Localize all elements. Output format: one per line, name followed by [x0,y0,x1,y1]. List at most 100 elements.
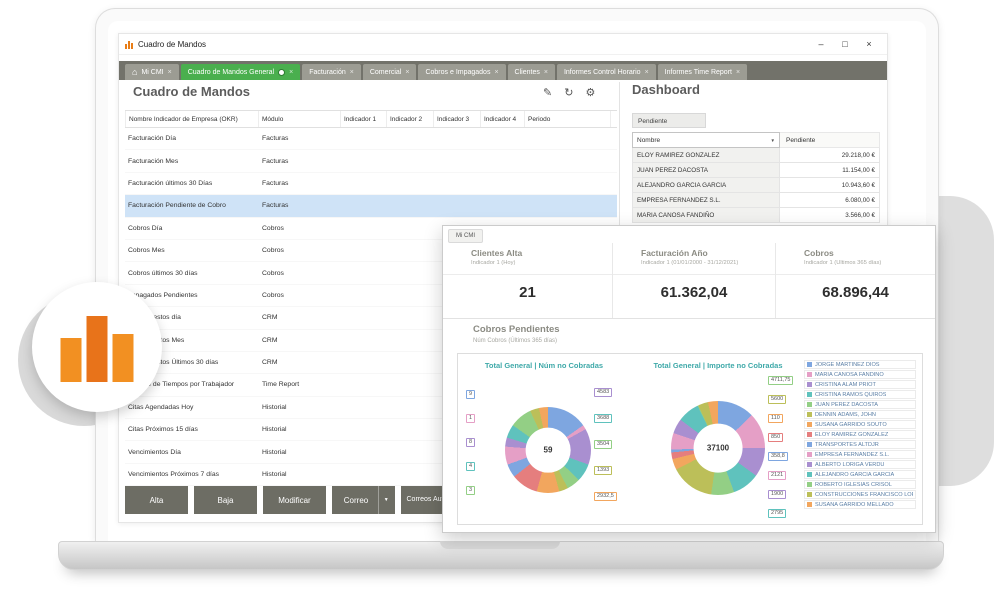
tab-close-icon[interactable]: × [168,69,172,76]
legend-swatch [807,362,812,367]
dropdown-arrow-icon[interactable]: ▼ [378,486,393,514]
legend-item[interactable]: JORGE MARTINEZ DIOS [804,360,916,369]
tab-mi-cmi[interactable]: ⌂Mi CMI× [125,64,179,80]
edit-chart-icon[interactable]: ✎ [543,86,552,99]
table-row[interactable]: Facturación MesFacturas [125,150,617,172]
tab-label: Clientes [515,69,540,76]
chart-callout: 850 [768,433,783,442]
close-button[interactable]: × [857,34,881,54]
chart-callout: 1900 [768,490,786,499]
tab-close-icon[interactable]: × [736,69,740,76]
value-column-header: Pendiente [780,132,880,148]
legend-item[interactable]: CRISTINA RAMOS QUIROS [804,390,916,399]
cell-module: Historial [259,419,341,440]
legend-item[interactable]: MARIA CANOSA FANDIÑO [804,370,916,379]
column-header: Periodo [525,111,611,127]
chart-callout: 9 [466,390,475,399]
tab-cuadro-de-mandos-general[interactable]: Cuadro de Mandos General× [181,64,300,80]
dashboard-row[interactable]: ALEJANDRO GARCIA GARCIA10.943,60 € [632,178,880,193]
debtor-amount: 3.566,00 € [780,208,880,223]
chart-callout: 3688 [594,414,612,423]
cell-module: Facturas [259,150,341,171]
button-alta[interactable]: Alta [125,486,188,514]
tab-close-icon[interactable]: × [494,69,498,76]
cell-empty [481,150,525,171]
tab-close-icon[interactable]: × [350,69,354,76]
cell-empty [341,262,387,283]
tab-comercial[interactable]: Comercial× [363,64,417,80]
maximize-button[interactable]: □ [833,34,857,54]
mi-cmi-tab[interactable]: Mi CMI [448,229,483,243]
dashboard-row[interactable]: JUAN PEREZ DACOSTA11.154,00 € [632,163,880,178]
cell-module: Cobros [259,240,341,261]
table-row[interactable]: Facturación últimos 30 DíasFacturas [125,173,617,195]
tab-close-icon[interactable]: × [544,69,548,76]
settings-icon[interactable]: ⚙ [585,86,595,99]
legend-label: CRISTINA ALAM PRIOT [815,382,876,388]
cell-empty [387,397,434,418]
refresh-icon[interactable]: ↻ [564,86,573,99]
legend-item[interactable]: DENNIN ADAMS, JOHN [804,410,916,419]
legend-swatch [807,462,812,467]
column-header: Indicador 2 [387,111,434,127]
legend-item[interactable]: ELOY RAMIREZ GONZALEZ [804,430,916,439]
legend-item[interactable]: ALEJANDRO GARCIA GARCIA [804,470,916,479]
button-baja[interactable]: Baja [194,486,257,514]
legend-item[interactable]: ALBERTO LORIGA VERDU [804,460,916,469]
button-modificar[interactable]: Modificar [263,486,326,514]
chart-callout: 2932,5 [594,492,617,501]
page: Cuadro de Mandos –□× ⌂Mi CMI×Cuadro de M… [0,0,1000,599]
cell-module: Cobros [259,218,341,239]
mi-cmi-window: Mi CMI Clientes AltaIndicador 1 (Hoy)21F… [442,225,936,533]
legend-swatch [807,422,812,427]
main-title: Cuadro de Mandos [133,84,250,99]
legend-item[interactable]: SUSANA GARRIDO SOUTO [804,420,916,429]
table-row[interactable]: Facturación DíaFacturas [125,128,617,150]
tab-close-icon[interactable]: × [405,69,409,76]
cell-name: Vencimientos Día [125,441,259,462]
cell-empty [341,464,387,485]
dashboard-title: Dashboard [632,82,700,97]
cell-empty [525,195,611,216]
chart-callout: 4 [466,462,475,471]
name-column-dropdown[interactable]: Nombre ▼ [632,132,780,148]
cell-empty [341,374,387,395]
legend-item[interactable]: JUAN PEREZ DACOSTA [804,400,916,409]
dashboard-row[interactable]: MARIA CANOSA FANDIÑO3.566,00 € [632,208,880,223]
cell-name: Facturación Mes [125,150,259,171]
legend-item[interactable]: EMPRESA FERNANDEZ S.L. [804,450,916,459]
legend-item[interactable]: CONSTRUCCIONES FRANCISCO LOPEZ [804,490,916,499]
legend-item[interactable]: SUSANA GARRIDO MELLADO [804,500,916,509]
cell-empty [387,262,434,283]
cell-module: Facturas [259,173,341,194]
section-subtitle: Núm Cobros (Últimos 365 días) [473,338,557,344]
legend-item[interactable]: TRANSPORTES ALTDJR [804,440,916,449]
tab-informes-time-report[interactable]: Informes Time Report× [658,64,747,80]
debtor-amount: 11.154,00 € [780,163,880,178]
legend-item[interactable]: ROBERTO IGLESIAS CRISOL [804,480,916,489]
dashboard-row[interactable]: ELOY RAMIREZ GONZALEZ29.218,00 € [632,148,880,163]
legend-swatch [807,402,812,407]
table-row[interactable]: Facturación Pendiente de CobroFacturas [125,195,617,217]
dashboard-row[interactable]: EMPRESA FERNANDEZ S.L.6.080,00 € [632,193,880,208]
button-correo[interactable]: Correo▼ [332,486,395,514]
kpi-value: 68.896,44 [776,284,935,301]
chart1-title: Total General | Núm no Cobradas [464,361,624,370]
tab-clientes[interactable]: Clientes × [508,64,555,80]
tab-close-icon[interactable]: × [645,69,649,76]
chart-callout: 1393 [594,466,612,475]
tab-cobros-e-impagados[interactable]: Cobros e Impagados× [418,64,505,80]
legend-label: ALBERTO LORIGA VERDU [815,462,884,468]
cell-empty [387,285,434,306]
chart-callout: 2795 [768,509,786,518]
tab-close-icon[interactable]: × [289,69,293,76]
tab-facturaci-n[interactable]: Facturación× [302,64,361,80]
cell-empty [341,397,387,418]
cell-empty [434,150,481,171]
legend-label: JUAN PEREZ DACOSTA [815,402,878,408]
legend-item[interactable]: CRISTINA ALAM PRIOT [804,380,916,389]
callouts-right: 4711,755600110850358,8212119002795 [768,376,793,518]
tab-informes-control-horario[interactable]: Informes Control Horario× [557,64,656,80]
minimize-button[interactable]: – [809,34,833,54]
dashboard-filter[interactable]: Pendiente [632,113,706,128]
